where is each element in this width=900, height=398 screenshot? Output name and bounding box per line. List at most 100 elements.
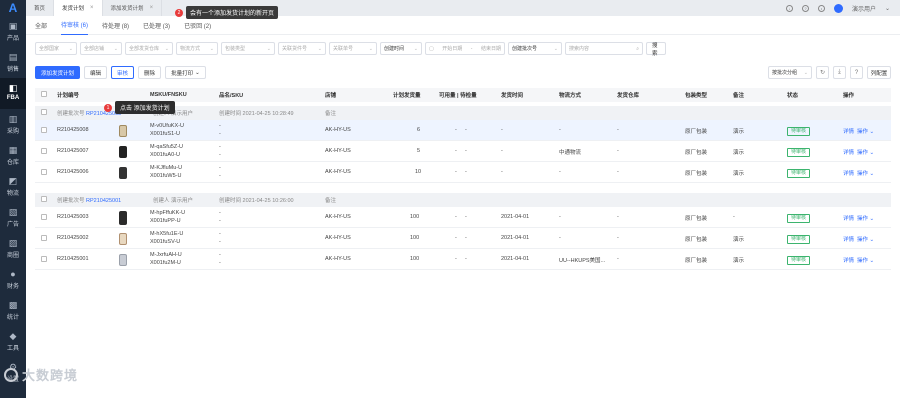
edit-button[interactable]: 编辑 bbox=[84, 66, 108, 79]
refresh-icon[interactable]: ↻ bbox=[816, 66, 829, 79]
search-field-select[interactable]: 创建批次号 ⌄ bbox=[508, 42, 562, 55]
sidebar-item-sales[interactable]: ▤ 销售 bbox=[0, 47, 26, 78]
detail-link[interactable]: 详情 bbox=[843, 127, 854, 135]
tab-add-shipment-plan[interactable]: 添加发货计划 × bbox=[103, 0, 163, 16]
sidebar-item-fba[interactable]: ◧ FBA bbox=[0, 78, 26, 109]
operate-dropdown[interactable]: 操作 ⌄ bbox=[857, 148, 874, 156]
sidebar-item-ads[interactable]: ▧ 广告 bbox=[0, 202, 26, 233]
operate-dropdown[interactable]: 操作 ⌄ bbox=[857, 214, 874, 222]
operate-dropdown[interactable]: 操作 ⌄ bbox=[857, 256, 874, 264]
chevron-down-icon: ⌄ bbox=[68, 45, 73, 52]
avatar[interactable] bbox=[833, 3, 843, 13]
sidebar-item-finance[interactable]: ● 财务 bbox=[0, 264, 26, 295]
header-ship-time[interactable]: 发货时间 bbox=[501, 91, 523, 99]
table-row[interactable]: R210425006 M-KJfluMu-U X001fuW5-U - - AK… bbox=[35, 162, 891, 183]
plan-qty: 6 bbox=[417, 127, 421, 133]
sidebar-item-store[interactable]: ▨ 商圈 bbox=[0, 233, 26, 264]
chevron-down-icon: ⌄ bbox=[884, 5, 890, 12]
sidebar-item-stats[interactable]: ▩ 统计 bbox=[0, 295, 26, 326]
shipment-id-select[interactable]: 关联货件号 ⌄ bbox=[278, 42, 326, 55]
export-icon[interactable]: ⤓ bbox=[833, 66, 846, 79]
sidebar-item-label: 工具 bbox=[6, 346, 19, 352]
row-checkbox[interactable] bbox=[41, 235, 47, 241]
tab-pending-review[interactable]: 待审核 (6) bbox=[61, 16, 89, 35]
tab-processed[interactable]: 已处理 (3) bbox=[143, 16, 170, 35]
chart-icon: ▤ bbox=[8, 52, 18, 62]
app-logo[interactable]: A bbox=[0, 0, 26, 16]
country-select[interactable]: 全部国家 ⌄ bbox=[35, 42, 77, 55]
close-icon[interactable]: × bbox=[90, 5, 94, 11]
notification-icon[interactable]: • bbox=[817, 4, 825, 12]
tooltip-text: 点击 添加发货计划 bbox=[115, 101, 175, 114]
delete-button[interactable]: 删除 bbox=[138, 66, 162, 79]
table-row[interactable]: R210425003 M-hpFffuKK-U X001fuPP-U - - A… bbox=[35, 207, 891, 228]
batch-no-link[interactable]: RP210425001 bbox=[86, 198, 121, 204]
sidebar-item-warehouse[interactable]: ▦ 仓库 bbox=[0, 140, 26, 171]
related-order-select[interactable]: 关联单号 ⌄ bbox=[329, 42, 377, 55]
detail-link[interactable]: 详情 bbox=[843, 235, 854, 243]
search-input[interactable]: 搜索内容 ⌕ bbox=[565, 42, 643, 55]
msku: M-hX5fu1E-U bbox=[150, 231, 184, 237]
header-qty[interactable]: 计划发货量 bbox=[393, 91, 421, 99]
column-settings-button[interactable]: 列配置 bbox=[867, 66, 891, 79]
row-checkbox[interactable] bbox=[41, 256, 47, 262]
batch-print-button[interactable]: 批量打印 ⌄ bbox=[165, 66, 206, 79]
table-row[interactable]: R210425007 M-qaSfu5Z-U X001fuA0-U - - AK… bbox=[35, 141, 891, 162]
sidebar-item-label: 销售 bbox=[6, 67, 19, 73]
tab-home[interactable]: 首页 bbox=[26, 0, 55, 16]
warehouse-select[interactable]: 全部发货仓库 ⌄ bbox=[125, 42, 173, 55]
status-badge: 待审核 bbox=[787, 256, 811, 265]
shop-select[interactable]: 全部店铺 ⌄ bbox=[80, 42, 122, 55]
close-icon[interactable]: × bbox=[150, 5, 154, 11]
row-checkbox[interactable] bbox=[41, 214, 47, 220]
date-range-picker[interactable]: ▢ 开始日期 - 结束日期 bbox=[425, 42, 505, 55]
detail-link[interactable]: 详情 bbox=[843, 214, 854, 222]
operate-dropdown[interactable]: 操作 ⌄ bbox=[857, 169, 874, 177]
operate-dropdown[interactable]: 操作 ⌄ bbox=[857, 127, 874, 135]
sidebar-item-logistics[interactable]: ◩ 物流 bbox=[0, 171, 26, 202]
batch-created-time: 创建时间 2021-04-25 10:26:00 bbox=[219, 198, 294, 204]
operate-label: 操作 bbox=[857, 150, 869, 156]
user-name[interactable]: 演示用户 bbox=[852, 4, 876, 13]
check-qty: - bbox=[465, 169, 467, 175]
sidebar-item-label: 仓库 bbox=[6, 160, 19, 166]
header-plan-no[interactable]: 计划编号 bbox=[57, 91, 79, 99]
download-icon[interactable]: ↓ bbox=[785, 4, 793, 12]
table-row[interactable]: R210425001 M-JxrfuAH-U X001fu2M-U - - AK… bbox=[35, 249, 891, 270]
add-shipment-plan-button[interactable]: 添加发货计划 bbox=[35, 66, 81, 79]
sidebar-item-purchase[interactable]: ▥ 采购 bbox=[0, 109, 26, 140]
audit-button[interactable]: 审核 bbox=[111, 66, 135, 79]
shop: AK-HY-US bbox=[325, 256, 351, 262]
select-all-checkbox[interactable] bbox=[41, 91, 47, 97]
tab-shipment-plan[interactable]: 发货计划 × bbox=[54, 0, 103, 16]
tab-all[interactable]: 全部 bbox=[35, 16, 47, 35]
operate-dropdown[interactable]: 操作 ⌄ bbox=[857, 235, 874, 243]
time-type-select[interactable]: 创建时间 ⌄ bbox=[380, 42, 422, 55]
detail-link[interactable]: 详情 bbox=[843, 148, 854, 156]
check-qty: - bbox=[465, 214, 467, 220]
detail-link[interactable]: 详情 bbox=[843, 169, 854, 177]
plan-no: R210425001 bbox=[57, 256, 89, 262]
row-checkbox[interactable] bbox=[41, 169, 47, 175]
pack-type-select[interactable]: 包装类型 ⌄ bbox=[221, 42, 275, 55]
search-button[interactable]: 搜索 bbox=[646, 42, 666, 57]
select-value: 创建批次号 bbox=[512, 46, 538, 52]
tab-pending-process[interactable]: 待处理 (8) bbox=[102, 16, 129, 35]
sidebar-item-tools[interactable]: ◆ 工具 bbox=[0, 326, 26, 357]
group-by-select[interactable]: 按批次分组 ⌄ bbox=[768, 66, 812, 79]
sidebar-item-product[interactable]: ▣ 产品 bbox=[0, 16, 26, 47]
table-row[interactable]: R210425008 M-v0UfuKX-U X001fuS1-U - - AK… bbox=[35, 120, 891, 141]
batch-group-row: 创建批次号 RP210425001 创建人 演示用户 创建时间 2021-04-… bbox=[35, 193, 891, 207]
detail-link[interactable]: 详情 bbox=[843, 256, 854, 264]
row-checkbox[interactable] bbox=[41, 109, 47, 115]
search-icon: ⌕ bbox=[636, 45, 639, 52]
row-checkbox[interactable] bbox=[41, 148, 47, 154]
help-icon[interactable]: ? bbox=[801, 4, 809, 12]
row-checkbox[interactable] bbox=[41, 127, 47, 133]
help-icon[interactable]: ? bbox=[850, 66, 863, 79]
logistics-select[interactable]: 物流方式 ⌄ bbox=[176, 42, 218, 55]
row-checkbox[interactable] bbox=[41, 196, 47, 202]
ad-icon: ▧ bbox=[8, 207, 18, 217]
table-row[interactable]: R210425002 M-hX5fu1E-U X001fuSV-U - - AK… bbox=[35, 228, 891, 249]
top-tab-bar: 首页 发货计划 × 添加发货计划 × ↓ ? • 演示用户 ⌄ bbox=[26, 0, 900, 16]
